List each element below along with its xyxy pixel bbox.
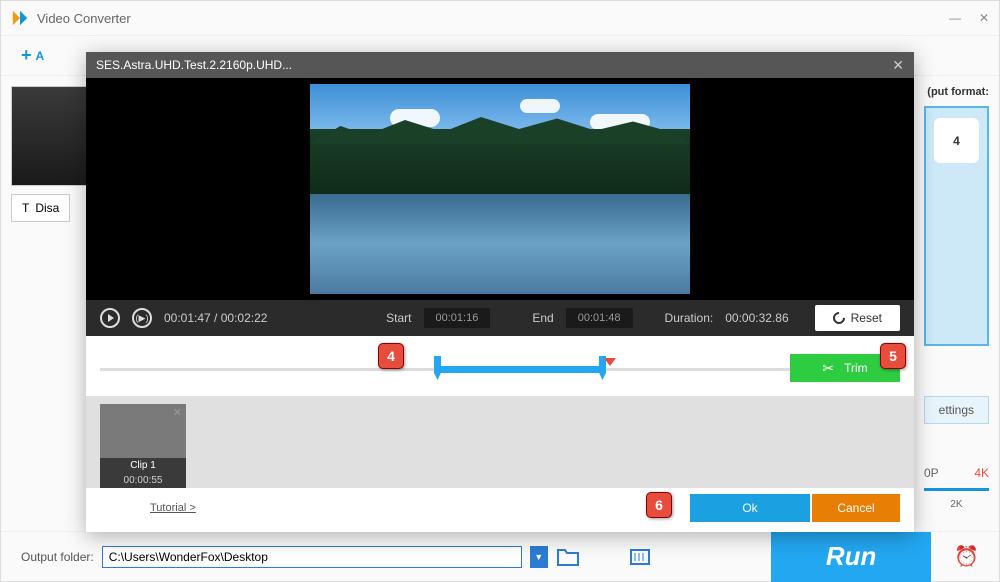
cancel-button[interactable]: Cancel [812, 494, 900, 522]
titlebar: Video Converter — ✕ [1, 1, 999, 36]
dialog-title: SES.Astra.UHD.Test.2.2160p.UHD... [96, 58, 292, 72]
quality-slider[interactable]: 0P 4K 2K [924, 466, 989, 510]
add-file-button[interactable]: + A [21, 45, 44, 66]
disable-button[interactable]: T Disa [11, 194, 70, 222]
browse-folder-icon[interactable] [556, 547, 580, 567]
end-label: End [532, 311, 553, 325]
clips-panel: ✕ Clip 1 00:00:55 [86, 396, 914, 488]
end-time-input[interactable]: 00:01:48 [566, 308, 633, 328]
ok-button[interactable]: Ok [690, 494, 810, 522]
minimize-button[interactable]: — [949, 11, 961, 25]
start-time-input[interactable]: 00:01:16 [424, 308, 491, 328]
video-frame [310, 84, 690, 294]
schedule-icon[interactable]: ⏰ [954, 544, 979, 569]
playhead-icon[interactable] [604, 358, 616, 366]
settings-button[interactable]: ettings [924, 396, 989, 424]
annotation-marker-6: 6 [646, 492, 672, 518]
tutorial-link[interactable]: Tutorial > [150, 502, 196, 514]
path-dropdown-icon[interactable]: ▼ [530, 546, 548, 568]
format-selector[interactable]: 4 [924, 106, 989, 346]
clip-remove-icon[interactable]: ✕ [173, 406, 182, 419]
app-title: Video Converter [37, 11, 949, 26]
trim-timeline[interactable]: ✂ Trim [86, 336, 914, 396]
reset-icon [830, 310, 847, 327]
annotation-marker-4: 4 [378, 343, 404, 369]
bottom-bar: Output folder: C:\Users\WonderFox\Deskto… [1, 531, 999, 581]
playback-controls: (▶) 00:01:47 / 00:02:22 Start 00:01:16 E… [86, 300, 914, 336]
start-label: Start [386, 311, 411, 325]
dialog-close-button[interactable]: ✕ [892, 57, 904, 74]
clip-label: Clip 1 [100, 458, 186, 473]
step-button[interactable]: (▶) [132, 308, 152, 328]
mp4-format-icon: 4 [934, 118, 979, 163]
trim-dialog: SES.Astra.UHD.Test.2.2160p.UHD... ✕ (▶) … [86, 52, 914, 532]
video-preview [86, 78, 914, 300]
output-path-input[interactable]: C:\Users\WonderFox\Desktop [102, 546, 522, 568]
annotation-marker-5: 5 [880, 343, 906, 369]
dialog-footer: Tutorial > Ok Cancel [86, 488, 914, 528]
dialog-header: SES.Astra.UHD.Test.2.2160p.UHD... ✕ [86, 52, 914, 78]
clip-item[interactable]: ✕ Clip 1 00:00:55 [100, 404, 186, 480]
run-button[interactable]: Run [771, 532, 931, 582]
merge-icon[interactable] [628, 547, 652, 567]
duration-value: 00:00:32.86 [725, 311, 788, 325]
play-icon [108, 314, 114, 322]
reset-button[interactable]: Reset [815, 305, 900, 331]
scissors-icon: ✂ [822, 360, 834, 377]
selection-range[interactable] [436, 366, 604, 373]
app-logo-icon [11, 9, 29, 27]
text-icon: T [22, 201, 29, 215]
clip-time: 00:00:55 [100, 473, 186, 488]
timeline-track[interactable] [100, 368, 900, 371]
plus-icon: + [21, 45, 32, 66]
close-button[interactable]: ✕ [979, 11, 989, 25]
output-format-label: (put format: [927, 86, 989, 98]
time-display: 00:01:47 / 00:02:22 [164, 311, 267, 325]
output-folder-label: Output folder: [21, 550, 94, 564]
play-button[interactable] [100, 308, 120, 328]
duration-label: Duration: [665, 311, 714, 325]
